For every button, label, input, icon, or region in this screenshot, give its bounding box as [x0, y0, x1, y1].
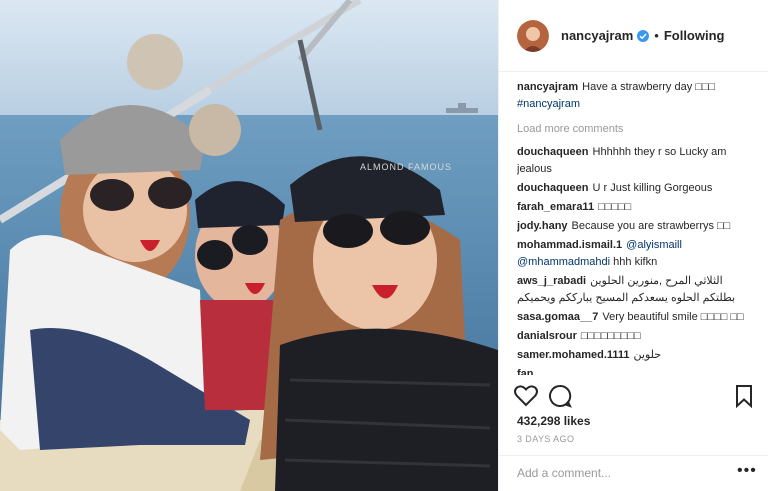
separator-dot: •	[654, 28, 659, 43]
caption-hashtag[interactable]: #nancyajram	[517, 98, 580, 110]
comment-row: douchaqueen Hhhhhh they r so Lucky am jea…	[517, 144, 757, 178]
comment-row: samer.mohamed.1111 حلوين	[517, 347, 757, 364]
avatar[interactable]	[517, 19, 549, 52]
comment-row: aws_j_rabadi الثلاثي المرح ,منورين الحلوي…	[517, 273, 757, 307]
post-header: nancyajram • Following	[499, 0, 768, 72]
post-photo[interactable]: ALMOND FAMOUS	[0, 0, 498, 491]
header-username[interactable]: nancyajram	[561, 28, 633, 43]
comment-username[interactable]: samer.mohamed.1111	[517, 349, 630, 361]
post-side-panel: nancyajram • Following nancyajram Have a …	[498, 0, 768, 491]
comment-text: □□□□□□□□□	[580, 330, 641, 342]
comment-text: Very beautiful smile □□□□ □□	[602, 311, 744, 323]
comment-username[interactable]: douchaqueen	[517, 146, 589, 158]
comment-text: □□□□□	[598, 201, 632, 213]
comment-username[interactable]: danialsrour	[517, 330, 577, 342]
comment-mention[interactable]: @mhammadmahdi	[517, 256, 610, 268]
comment-row: douchaqueen U r Just killing Gorgeous	[517, 180, 757, 197]
load-more-comments[interactable]: Load more comments	[517, 121, 757, 138]
comment-row: jody.hany Because you are strawberrys □□	[517, 218, 757, 235]
comment-icon[interactable]	[547, 383, 573, 409]
comment-row: fan	[517, 366, 757, 375]
comment-username[interactable]: sasa.gomaa__7	[517, 311, 598, 323]
cap-print-text: ALMOND FAMOUS	[360, 162, 452, 172]
comment-row: mohammad.ismail.1 @alyismaill @mhammadmah…	[517, 237, 757, 271]
comment-input[interactable]	[517, 466, 717, 480]
comment-username[interactable]: douchaqueen	[517, 182, 589, 194]
comment-mention[interactable]: @alyismaill	[626, 239, 682, 251]
photo-illustration: ALMOND FAMOUS	[0, 0, 498, 491]
comment-username[interactable]: aws_j_rabadi	[517, 275, 586, 287]
comment-username[interactable]: fan	[517, 368, 534, 375]
add-comment-bar: •••	[499, 455, 768, 491]
comment-text: Because you are strawberrys □□	[571, 220, 731, 232]
comment-username[interactable]: mohammad.ismail.1	[517, 239, 622, 251]
caption-text: Have a strawberry day □□□	[582, 81, 716, 93]
comment-text: U r Just killing Gorgeous	[592, 182, 713, 194]
comment-username[interactable]: jody.hany	[517, 220, 568, 232]
caption: nancyajram Have a strawberry day □□□ #nan…	[517, 79, 757, 113]
comment-text: hhh kifkn	[613, 256, 658, 268]
heart-icon[interactable]	[513, 383, 539, 409]
comments-list[interactable]: nancyajram Have a strawberry day □□□ #nan…	[517, 79, 757, 375]
following-button[interactable]: Following	[664, 28, 725, 43]
post-timestamp[interactable]: 3 DAYS AGO	[517, 434, 574, 444]
instagram-post: ALMOND FAMOUS nancyajram • Following nan…	[0, 0, 768, 491]
verified-badge-icon	[637, 29, 650, 42]
comment-text: حلوين	[633, 349, 662, 361]
bookmark-icon[interactable]	[731, 383, 757, 409]
more-options-icon[interactable]: •••	[737, 462, 757, 480]
comment-row: farah_emara11 □□□□□	[517, 199, 757, 216]
comment-row: sasa.gomaa__7 Very beautiful smile □□□□ □…	[517, 309, 757, 326]
comment-username[interactable]: farah_emara11	[517, 201, 594, 213]
action-bar	[513, 383, 758, 409]
comment-row: danialsrour □□□□□□□□□	[517, 328, 757, 345]
like-count[interactable]: 432,298 likes	[517, 414, 590, 428]
caption-username[interactable]: nancyajram	[517, 81, 578, 93]
